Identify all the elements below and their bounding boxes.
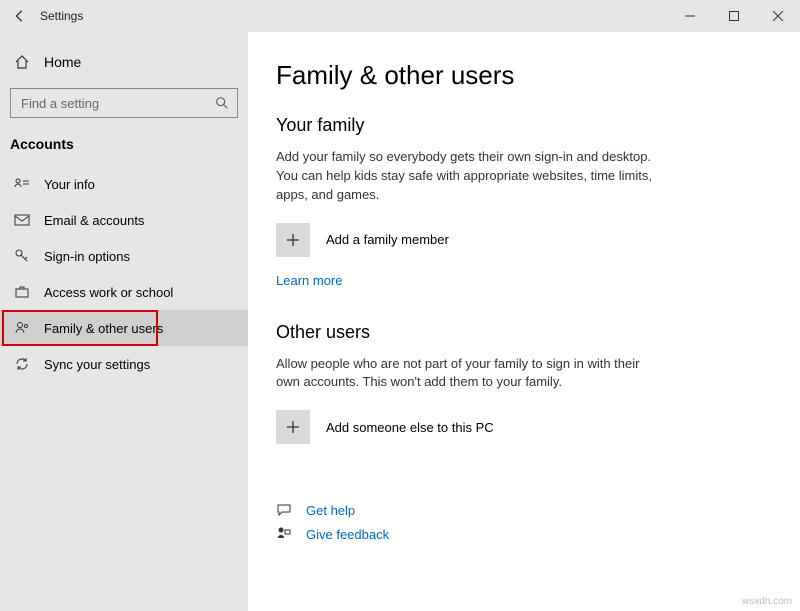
learn-more-link[interactable]: Learn more: [276, 273, 342, 288]
content-area: Family & other users Your family Add you…: [248, 32, 800, 611]
add-other-user-button[interactable]: Add someone else to this PC: [276, 410, 772, 444]
sidebar: Home Accounts Your info Email & accounts: [0, 32, 248, 611]
titlebar: Settings: [0, 0, 800, 32]
maximize-button[interactable]: [712, 0, 756, 32]
sidebar-item-sync-settings[interactable]: Sync your settings: [0, 346, 248, 382]
person-card-icon: [14, 176, 30, 192]
home-button[interactable]: Home: [0, 46, 248, 78]
home-label: Home: [44, 54, 81, 70]
briefcase-icon: [14, 284, 30, 300]
page-title: Family & other users: [276, 60, 772, 91]
sidebar-item-label: Sign-in options: [44, 249, 130, 264]
plus-icon: [276, 410, 310, 444]
give-feedback-link[interactable]: Give feedback: [306, 527, 389, 542]
sync-icon: [14, 356, 30, 372]
sidebar-item-signin-options[interactable]: Sign-in options: [0, 238, 248, 274]
sidebar-item-work-school[interactable]: Access work or school: [0, 274, 248, 310]
people-icon: [14, 320, 30, 336]
search-input[interactable]: [19, 95, 215, 112]
search-box[interactable]: [10, 88, 238, 118]
category-header: Accounts: [0, 130, 248, 166]
sidebar-item-email-accounts[interactable]: Email & accounts: [0, 202, 248, 238]
window-title: Settings: [40, 9, 83, 23]
search-icon: [215, 96, 229, 110]
feedback-icon: [276, 526, 292, 542]
add-other-label: Add someone else to this PC: [326, 420, 494, 435]
key-icon: [14, 248, 30, 264]
get-help-link[interactable]: Get help: [306, 503, 355, 518]
sidebar-item-label: Family & other users: [44, 321, 163, 336]
minimize-button[interactable]: [668, 0, 712, 32]
your-family-desc: Add your family so everybody gets their …: [276, 148, 656, 205]
other-users-desc: Allow people who are not part of your fa…: [276, 355, 656, 393]
your-family-heading: Your family: [276, 115, 772, 136]
sidebar-item-family-other-users[interactable]: Family & other users: [0, 310, 248, 346]
watermark: wsxdn.com: [742, 596, 792, 607]
add-family-label: Add a family member: [326, 232, 449, 247]
sidebar-item-label: Email & accounts: [44, 213, 144, 228]
back-button[interactable]: [0, 9, 40, 23]
mail-icon: [14, 212, 30, 228]
other-users-heading: Other users: [276, 322, 772, 343]
close-button[interactable]: [756, 0, 800, 32]
home-icon: [14, 54, 30, 70]
plus-icon: [276, 223, 310, 257]
sidebar-item-label: Access work or school: [44, 285, 173, 300]
sidebar-item-your-info[interactable]: Your info: [0, 166, 248, 202]
sidebar-item-label: Your info: [44, 177, 95, 192]
sidebar-item-label: Sync your settings: [44, 357, 150, 372]
add-family-member-button[interactable]: Add a family member: [276, 223, 772, 257]
chat-icon: [276, 502, 292, 518]
